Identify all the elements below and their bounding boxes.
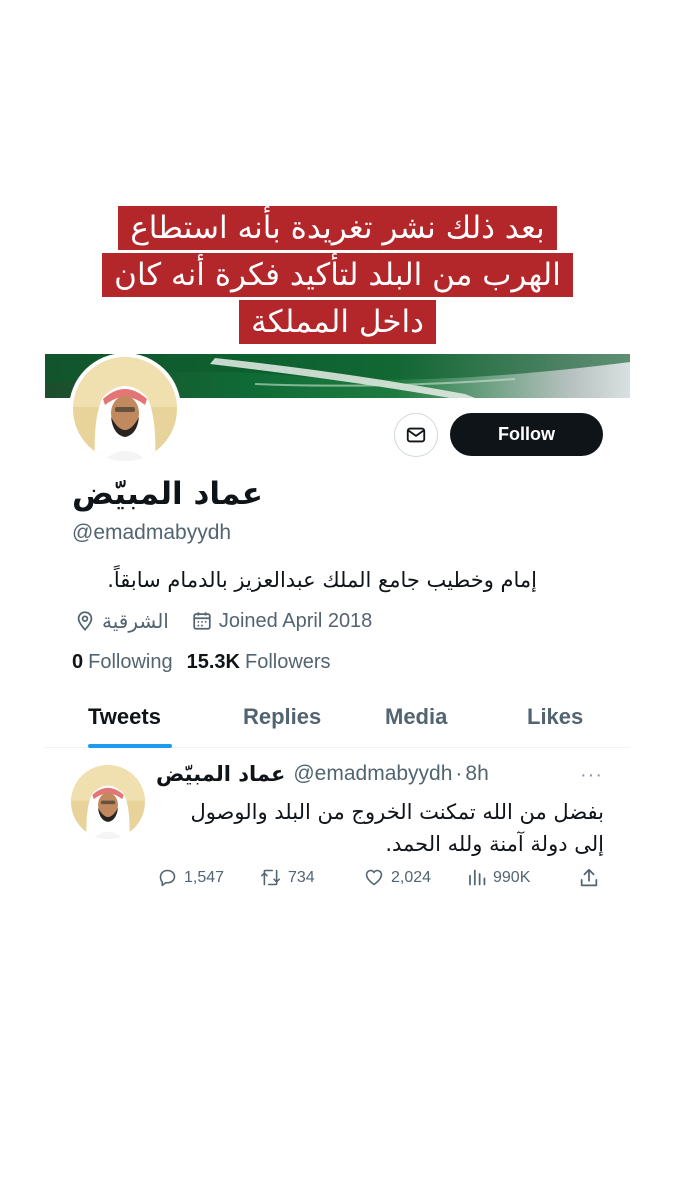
caption-line-1: بعد ذلك نشر تغريدة بأنه استطاع (118, 206, 557, 250)
tweet-header: عماد المبيّض @emadmabyydh · 8h (156, 762, 489, 786)
envelope-icon (406, 427, 426, 443)
tab-replies[interactable]: Replies (243, 704, 321, 730)
message-button[interactable] (394, 413, 438, 457)
tab-media[interactable]: Media (385, 704, 447, 730)
tweet-author-handle[interactable]: @emadmabyydh (293, 762, 452, 786)
location-pin-icon (74, 610, 96, 632)
tab-likes[interactable]: Likes (527, 704, 583, 730)
like-count: 2,024 (391, 868, 432, 886)
caption-line-2: الهرب من البلد لتأكيد فكرة أنه كان (102, 253, 573, 297)
reply-icon (159, 869, 176, 887)
retweet-icon (260, 869, 281, 886)
profile-location: الشرقية (102, 609, 169, 633)
heart-icon (365, 869, 383, 886)
retweet-button[interactable]: 734 (259, 867, 315, 888)
tweet-actions: 1,547 734 2,024 990K (0, 867, 675, 893)
avatar-image (73, 357, 177, 461)
following-count[interactable]: 0 (72, 651, 83, 674)
follow-button[interactable]: Follow (450, 413, 603, 456)
following-label[interactable]: Following (88, 651, 172, 674)
profile-handle: @emadmabyydh (72, 521, 232, 544)
views-button[interactable]: 990K (467, 867, 530, 888)
views-count: 990K (493, 868, 531, 886)
followers-label[interactable]: Followers (245, 651, 331, 674)
more-options-icon[interactable]: ··· (580, 764, 603, 787)
profile-tabs: Tweets Replies Media Likes (45, 690, 630, 748)
views-chart-icon (469, 869, 486, 886)
tweet-author-name[interactable]: عماد المبيّض (156, 762, 285, 786)
calendar-icon (191, 610, 213, 632)
tweet-separator: · (455, 762, 463, 785)
profile-meta: الشرقية Joined April 2018 (74, 606, 372, 636)
tweet-timestamp[interactable]: 8h (465, 762, 488, 786)
reply-count: 1,547 (184, 868, 225, 886)
profile-name: عماد المبيّض (72, 476, 263, 512)
profile-joined: Joined April 2018 (218, 609, 373, 632)
tweet-text: بفضل من الله تمكنت الخروج من البلد والوص… (190, 800, 604, 856)
profile-avatar[interactable] (69, 353, 181, 465)
tweet-avatar[interactable] (71, 765, 145, 839)
like-button[interactable]: 2,024 (363, 867, 431, 888)
share-icon (580, 868, 598, 887)
retweet-count: 734 (288, 868, 315, 886)
caption-line-3: داخل المملكة (239, 300, 436, 344)
tab-tweets[interactable]: Tweets (88, 704, 161, 730)
active-tab-indicator (88, 744, 172, 748)
caption-overlay: بعد ذلك نشر تغريدة بأنه استطاع الهرب من … (0, 206, 675, 347)
profile-stats: 0 Following 15.3K Followers (72, 651, 331, 674)
share-button[interactable] (578, 867, 606, 889)
reply-button[interactable]: 1,547 (157, 867, 224, 888)
followers-count[interactable]: 15.3K (187, 651, 240, 674)
profile-bio: إمام وخطيب جامع الملك عبدالعزيز بالدمام … (107, 568, 537, 592)
